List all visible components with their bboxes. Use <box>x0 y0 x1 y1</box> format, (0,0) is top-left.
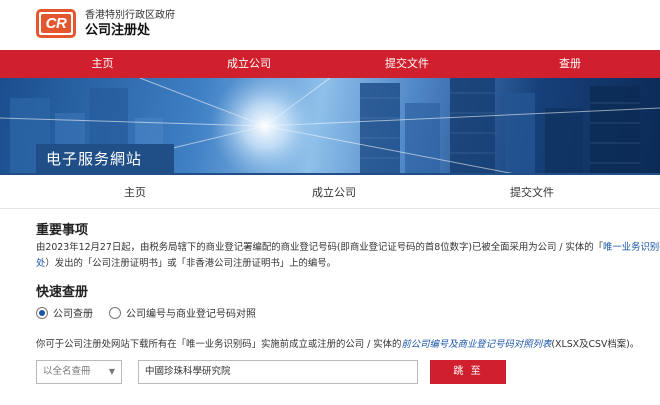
notice-line-2-link[interactable]: 处 <box>36 258 45 269</box>
sub-nav: 主页 成立公司 提交文件 <box>0 176 660 209</box>
subnav-item-incorporate[interactable]: 成立公司 <box>312 176 356 209</box>
notice-line-2: 处）发出的「公司注册证明书」或「非香港公司注册证明书」上的编号。 <box>36 256 660 272</box>
site-header: CR 香港特別行政区政府 公司注册处 <box>0 0 660 50</box>
notice-text: 由2023年12月27日起，由税务局辖下的商业登记署编配的商业登记号码(即商业登… <box>36 240 660 272</box>
notice-heading: 重要事项 <box>36 223 89 238</box>
radio-button-selected[interactable] <box>36 306 48 319</box>
nav-item-file-documents[interactable]: 提交文件 <box>293 50 521 78</box>
notice-line-1-text: 由2023年12月27日起，由税务局辖下的商业登记署编配的商业登记号码(即商业登… <box>36 242 603 253</box>
download-note-suffix: (XLSX及CSV档案)。 <box>551 339 640 350</box>
download-note: 你可于公司注册处网站下载所有在「唯一业务识别码」实施前成立或注册的公司 / 实体… <box>36 336 639 350</box>
cr-logo[interactable]: CR <box>36 9 76 38</box>
search-type-select[interactable]: 以全名查冊 ▼ <box>36 360 122 384</box>
download-note-prefix: 你可于公司注册处网站下载所有在「唯一业务识别码」实施前成立或注册的公司 / 实体… <box>36 339 402 350</box>
notice-line-2-text: ）发出的「公司注册证明书」或「非香港公司注册证明书」上的编号。 <box>45 258 337 269</box>
radio-company-br-mapping-label: 公司编号与商业登记号码对照 <box>126 309 256 320</box>
nav-item-home[interactable]: 主页 <box>0 50 205 78</box>
radio-company-search-label: 公司查册 <box>53 309 93 320</box>
subnav-item-home[interactable]: 主页 <box>124 176 146 209</box>
org-name-line1: 香港特別行政区政府 <box>85 10 175 21</box>
nav-item-incorporate[interactable]: 成立公司 <box>205 50 293 78</box>
radio-company-search[interactable]: 公司查册 <box>36 305 93 320</box>
org-name: 香港特別行政区政府 公司注册处 <box>85 9 175 39</box>
nav-item-search[interactable]: 查册 <box>521 50 619 78</box>
subnav-item-file-documents[interactable]: 提交文件 <box>510 176 554 209</box>
radio-button[interactable] <box>109 306 121 319</box>
notice-line-1: 由2023年12月27日起，由税务局辖下的商业登记署编配的商业登记号码(即商业登… <box>36 240 660 256</box>
search-type-value: 以全名查冊 <box>43 366 91 377</box>
company-name-input[interactable]: 中國珍珠科學研究院 <box>138 360 418 384</box>
banner-title: 电子服务網站 <box>36 144 174 174</box>
unique-business-identifier-link[interactable]: 唯一业务识别码 <box>603 242 660 253</box>
chevron-down-icon: ▼ <box>108 367 115 376</box>
cr-logo-text: CR <box>41 14 71 33</box>
quick-search-options: 公司查册 公司编号与商业登记号码对照 <box>36 305 272 320</box>
mapping-list-link[interactable]: 前公司编号及商业登记号码对照列表 <box>401 339 551 350</box>
radio-company-br-mapping[interactable]: 公司编号与商业登记号码对照 <box>109 305 256 320</box>
quick-search-heading: 快速查册 <box>36 285 89 300</box>
main-nav: 主页 成立公司 提交文件 查册 <box>0 50 660 78</box>
org-name-line2: 公司注册处 <box>85 23 151 38</box>
go-button[interactable]: 跳 至 <box>430 360 506 384</box>
